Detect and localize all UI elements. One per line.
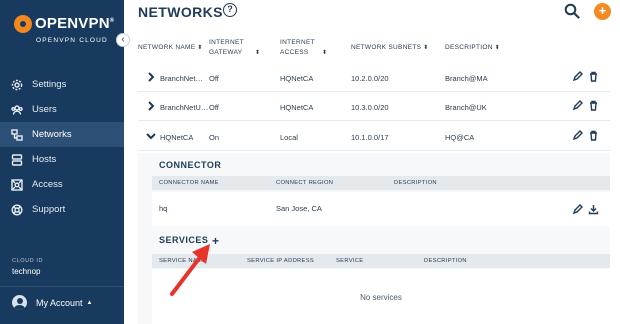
network-name: BranchNet… [160,74,203,83]
column-header-description[interactable]: DESCRIPTION ⬍ [445,43,515,53]
column-header-internet-access[interactable]: INTERNET ACCESS ⬍ [280,38,334,58]
openvpn-logo[interactable]: OPENVPN® OPENVPN CLOUD [14,14,114,46]
sidebar-item-settings[interactable]: Settings [0,72,124,97]
column-header-service-ip: SERVICE IP ADDRESS [247,258,315,264]
table-row[interactable]: BranchNetU… Off HQNetCA 10.3.0.0/20 Bran… [138,93,610,121]
download-icon[interactable] [588,204,599,215]
sidebar-item-label: Settings [32,79,67,90]
delete-icon[interactable] [588,100,599,111]
internet-gateway: Off [209,74,219,83]
support-icon [10,203,24,217]
table-row[interactable]: HQNetCA On Local 10.1.0.0/17 HQ@CA [138,123,610,151]
sidebar-item-label: Hosts [32,154,57,165]
gear-icon [10,78,24,92]
cloud-id: CLOUD ID technop [12,258,43,276]
internet-access: HQNetCA [280,74,314,83]
sort-icon: ⬍ [494,45,501,51]
table-row[interactable]: BranchNet… Off HQNetCA 10.2.0.0/20 Branc… [138,64,610,92]
internet-gateway: On [209,133,220,142]
column-header-network-subnets[interactable]: NETWORK SUBNETS ⬍ [351,43,431,53]
edit-icon[interactable] [572,130,583,141]
column-header-service: SERVICE [336,258,364,264]
network-subnets: 10.2.0.0/20 [351,74,389,83]
sort-icon: ⬍ [322,50,328,56]
services-empty-state: No services [152,269,610,324]
column-header-internet-gateway[interactable]: INTERNET GATEWAY ⬍ [209,38,269,58]
avatar [12,295,27,310]
delete-icon[interactable] [588,71,599,82]
annotation-arrow-icon [170,244,210,296]
sidebar-item-label: Support [32,204,66,215]
sidebar-item-support[interactable]: Support [0,197,124,222]
help-icon[interactable]: ? [223,3,237,17]
connector-table-header: CONNECTOR NAME CONNECT REGION DESCRIPTIO… [152,176,610,190]
column-header-connector-description: DESCRIPTION [394,180,437,186]
cloud-id-value: technop [12,267,41,276]
sidebar-item-access[interactable]: Access [0,172,124,197]
network-description: HQ@CA [445,133,475,142]
openvpn-logo-icon [14,15,32,33]
connector-title: CONNECTOR [159,160,222,170]
internet-access: Local [280,133,298,142]
sidebar-item-hosts[interactable]: Hosts [0,147,124,172]
network-subnets: 10.3.0.0/20 [351,103,389,112]
network-name: HQNetCA [160,133,194,142]
search-button[interactable] [564,3,580,19]
sidebar-divider [0,286,124,287]
connector-name: hq [159,204,168,213]
edit-icon[interactable] [572,71,583,82]
page-title: NETWORKS [138,4,223,20]
column-header-connector-name: CONNECTOR NAME [159,180,219,186]
brand-subtitle: OPENVPN CLOUD [36,37,108,44]
edit-icon[interactable] [572,204,583,215]
chevron-right-icon[interactable] [146,101,156,111]
users-icon [10,103,24,117]
internet-gateway: Off [209,103,219,112]
empty-state-text: No services [360,293,402,302]
networks-icon [10,128,24,142]
network-description: Branch@UK [445,103,487,112]
sort-icon: ⬍ [423,45,429,51]
caret-up-icon: ▲ [86,299,93,306]
hosts-icon [10,153,24,167]
access-icon [10,178,24,192]
brand-name: OPENVPN® [35,15,115,32]
column-header-network-name[interactable]: NETWORK NAME ⬍ [138,43,208,53]
sidebar-item-users[interactable]: Users [0,97,124,122]
my-account-label: My Account [36,297,83,308]
services-table-header: SERVICE NAME SERVICE IP ADDRESS SERVICE … [152,254,610,268]
network-subnets: 10.1.0.0/17 [351,133,389,142]
delete-icon[interactable] [588,130,599,141]
connector-row[interactable]: hq San Jose, CA [152,192,610,226]
edit-icon[interactable] [572,100,583,111]
network-details-panel: CONNECTOR CONNECTOR NAME CONNECT REGION … [138,153,610,324]
chevron-left-icon: ‹ [121,34,125,45]
chevron-right-icon[interactable] [146,72,156,82]
column-header-connect-region: CONNECT REGION [276,180,334,186]
network-description: Branch@MA [445,74,488,83]
chevron-down-icon[interactable] [146,131,156,141]
sidebar-item-label: Users [32,104,57,115]
cloud-id-label: CLOUD ID [12,258,44,264]
connect-region: San Jose, CA [276,204,322,213]
sort-icon: ⬍ [197,45,203,51]
add-network-button[interactable]: + [594,3,611,20]
sidebar-item-label: Access [32,179,63,190]
column-header-service-description: DESCRIPTION [424,258,467,264]
collapse-sidebar-button[interactable]: ‹ [116,33,130,47]
table-header: NETWORK NAME ⬍ INTERNET GATEWAY ⬍ INTERNET… [138,38,610,62]
sidebar-item-label: Networks [32,129,72,140]
sidebar-item-networks[interactable]: Networks [0,122,124,147]
sort-icon: ⬍ [255,50,261,56]
my-account-button[interactable]: My Account ▲ [12,295,92,310]
sidebar-nav: Settings Users Networks Hosts Access Sup… [0,72,124,222]
search-icon [564,3,580,19]
sidebar: OPENVPN® OPENVPN CLOUD Settings Users Ne… [0,0,124,324]
internet-access: HQNetCA [280,103,314,112]
network-name: BranchNetU… [160,103,209,112]
